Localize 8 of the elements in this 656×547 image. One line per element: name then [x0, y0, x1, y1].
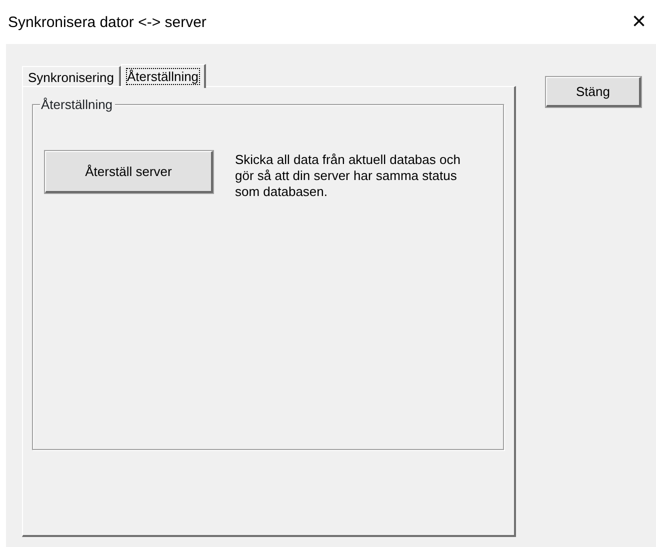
group-legend: Återställning [40, 95, 115, 114]
window-title: Synkronisera dator <-> server [8, 12, 206, 33]
tab[interactable]: Återställning [121, 64, 206, 88]
close-dialog-button[interactable]: Stäng [546, 77, 641, 107]
description-text: Skicka all data från aktuell databas och gör så att din server har samma status som databasen. [235, 152, 462, 200]
restore-server-button[interactable]: Återställ server [45, 151, 213, 193]
tab[interactable]: Synkronisering [22, 66, 121, 87]
close-button[interactable]: × [630, 10, 648, 34]
